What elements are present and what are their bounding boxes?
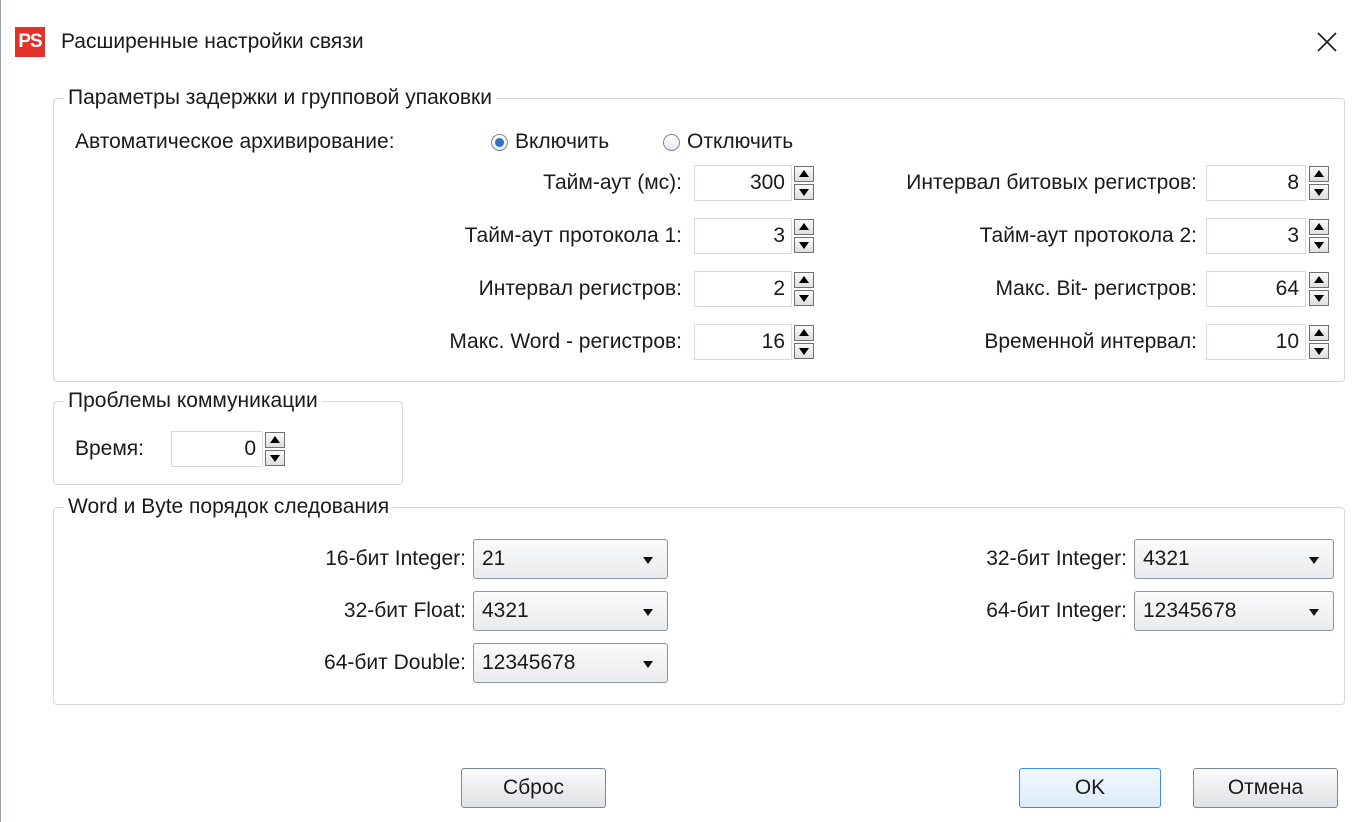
close-button[interactable] [1307,22,1347,62]
comm-time-input[interactable]: 0 [171,431,263,467]
int16-order-value: 21 [482,547,506,570]
app-icon: PS [15,27,45,57]
radio-disable[interactable]: Отключить [663,127,793,157]
delay-packing-legend: Параметры задержки и групповой упаковки [68,86,492,109]
spin-down-button[interactable] [794,343,814,359]
window-title: Расширенные настройки связи [61,30,364,53]
max-word-registers-label: Макс. Word - регистров: [449,330,682,353]
spin-down-button[interactable] [794,184,814,200]
spin-up-button[interactable] [794,325,814,341]
timeout-input[interactable]: 300 [694,165,792,201]
int32-order-dropdown[interactable]: 4321 [1134,539,1334,579]
spinner-arrows-icon[interactable] [1309,219,1329,253]
spin-up-button[interactable] [1309,325,1329,341]
time-interval-input[interactable]: 10 [1206,324,1306,360]
time-label: Время: [75,437,145,460]
spin-up-button[interactable] [794,272,814,288]
auto-archive-label: Автоматическое архивирование: [75,130,395,153]
register-interval-spinner[interactable]: 2 [694,271,824,307]
max-bit-registers-label: Макс. Bit- регистров: [995,277,1197,300]
spin-up-button[interactable] [794,166,814,182]
chevron-down-icon [643,557,653,564]
ok-button[interactable]: OK [1019,768,1161,808]
radio-disable-indicator[interactable] [663,133,680,151]
max-bit-registers-input[interactable]: 64 [1206,271,1306,307]
bit-register-interval-input[interactable]: 8 [1206,165,1306,201]
register-interval-input[interactable]: 2 [694,271,792,307]
spinner-arrows-icon[interactable] [265,432,285,466]
spin-up-button[interactable] [1309,272,1329,288]
spinner-arrows-icon[interactable] [794,272,814,306]
spin-up-button[interactable] [1309,166,1329,182]
byte-order-legend: Word и Byte порядок следования [68,495,390,518]
max-bit-registers-spinner[interactable]: 64 [1206,271,1336,307]
chevron-down-icon [1309,557,1319,564]
spin-down-button[interactable] [1309,184,1329,200]
int64-label: 64-бит Integer: [986,599,1127,622]
cancel-button[interactable]: Отмена [1193,768,1338,808]
spin-down-button[interactable] [794,237,814,253]
float32-label: 32-бит Float: [343,599,466,622]
radio-enable[interactable]: Включить [491,127,609,157]
int16-label: 16-бит Integer: [325,547,466,570]
spinner-arrows-icon[interactable] [794,166,814,200]
spinner-arrows-icon[interactable] [794,325,814,359]
spinner-arrows-icon[interactable] [1309,325,1329,359]
radio-enable-label: Включить [515,130,610,153]
register-interval-label: Интервал регистров: [478,277,682,300]
spin-down-button[interactable] [1309,290,1329,306]
float32-order-dropdown[interactable]: 4321 [473,591,668,631]
protocol2-timeout-input[interactable]: 3 [1206,218,1306,254]
chevron-down-icon [1309,609,1319,616]
spin-down-button[interactable] [794,290,814,306]
spin-down-button[interactable] [1309,237,1329,253]
int64-order-value: 12345678 [1143,599,1237,622]
title-bar: PS Расширенные настройки связи [1,0,1352,78]
comm-time-spinner[interactable]: 0 [171,431,301,467]
chevron-down-icon [643,661,653,668]
radio-enable-indicator[interactable] [491,133,508,151]
advanced-comm-settings-dialog: PS Расширенные настройки связи Параметры… [0,0,1352,822]
chevron-down-icon [643,609,653,616]
int32-order-value: 4321 [1143,547,1190,570]
protocol2-timeout-spinner[interactable]: 3 [1206,218,1336,254]
spin-up-button[interactable] [265,432,285,448]
reset-button[interactable]: Сброс [461,768,606,808]
int16-order-dropdown[interactable]: 21 [473,539,668,579]
bit-register-interval-label: Интервал битовых регистров: [906,171,1197,194]
spin-down-button[interactable] [1309,343,1329,359]
double64-order-dropdown[interactable]: 12345678 [473,643,668,683]
spin-up-button[interactable] [794,219,814,235]
timeout-label: Тайм-аут (мс): [543,171,682,194]
double64-order-value: 12345678 [482,651,576,674]
spinner-arrows-icon[interactable] [1309,166,1329,200]
communication-problems-legend: Проблемы коммуникации [68,389,318,412]
int32-label: 32-бит Integer: [986,547,1127,570]
max-word-registers-input[interactable]: 16 [694,324,792,360]
protocol1-timeout-label: Тайм-аут протокола 1: [464,224,682,247]
double64-label: 64-бит Double: [324,651,466,674]
protocol1-timeout-spinner[interactable]: 3 [694,218,824,254]
spin-up-button[interactable] [1309,219,1329,235]
protocol1-timeout-input[interactable]: 3 [694,218,792,254]
time-interval-label: Временной интервал: [984,330,1197,353]
spinner-arrows-icon[interactable] [794,219,814,253]
spinner-arrows-icon[interactable] [1309,272,1329,306]
time-interval-spinner[interactable]: 10 [1206,324,1336,360]
close-icon [1317,32,1337,52]
int64-order-dropdown[interactable]: 12345678 [1134,591,1334,631]
bit-register-interval-spinner[interactable]: 8 [1206,165,1336,201]
protocol2-timeout-label: Тайм-аут протокола 2: [979,224,1197,247]
spin-down-button[interactable] [265,450,285,466]
max-word-registers-spinner[interactable]: 16 [694,324,824,360]
float32-order-value: 4321 [482,599,529,622]
timeout-spinner[interactable]: 300 [694,165,824,201]
radio-disable-label: Отключить [687,130,794,153]
